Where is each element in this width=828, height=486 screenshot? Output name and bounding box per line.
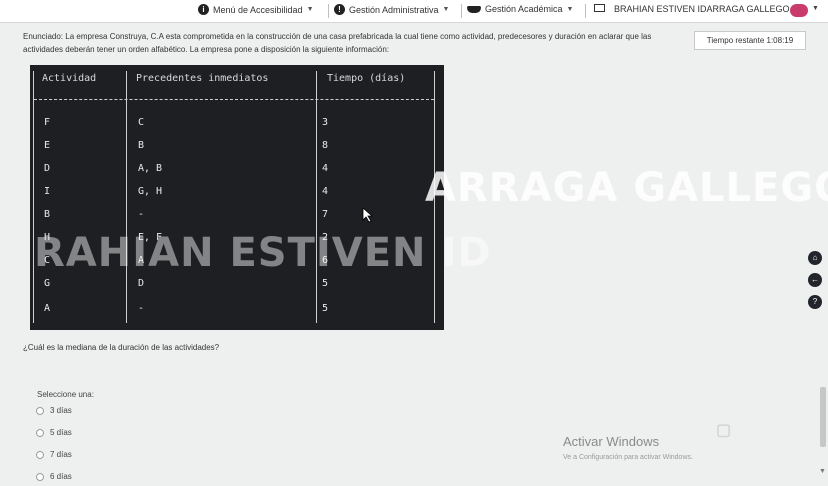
answer-option-label: 7 días	[50, 450, 72, 459]
answer-option-label: 5 días	[50, 428, 72, 437]
scrollbar-thumb[interactable]	[820, 387, 826, 447]
table-cell-activity: I	[44, 186, 51, 197]
answer-option-label: 3 días	[50, 406, 72, 415]
nav-divider	[328, 4, 329, 18]
answer-option-label: 6 días	[50, 472, 72, 481]
table-cell-activity: D	[44, 163, 51, 174]
activity-table-image: Actividad Precedentes inmediatos Tiempo …	[30, 65, 444, 330]
admin-menu-label: Gestión Administrativa	[349, 4, 439, 15]
nav-divider	[461, 4, 462, 18]
radio-button[interactable]	[36, 428, 44, 437]
question-text: ¿Cuál es la mediana de la duración de la…	[23, 343, 220, 352]
accessibility-icon: i	[198, 4, 209, 15]
answer-option[interactable]: 6 días	[36, 472, 72, 481]
table-column-divider	[316, 71, 317, 323]
table-cell-time: 5	[322, 303, 329, 314]
table-cell-time: 4	[322, 186, 329, 197]
admin-menu[interactable]: ! Gestión Administrativa ▼	[334, 4, 449, 15]
academic-menu[interactable]: Gestión Académica ▼	[467, 4, 573, 14]
messages-link[interactable]	[594, 4, 610, 12]
table-cell-time: 4	[322, 163, 329, 174]
table-cell-predecessors: C	[138, 117, 145, 128]
academic-menu-label: Gestión Académica	[485, 4, 563, 14]
watermark-text: RAHIAN ESTIVEN ID	[34, 230, 492, 276]
table-cell-predecessors: G, H	[138, 186, 163, 197]
table-cell-time: 7	[322, 209, 329, 220]
answer-option[interactable]: 5 días	[36, 428, 72, 437]
nav-divider	[585, 4, 586, 18]
table-header-time: Tiempo (días)	[327, 73, 406, 84]
watermark-text: ARRAGA GALLEGO	[425, 165, 828, 211]
table-cell-time: 5	[322, 278, 329, 289]
table-header-activity: Actividad	[42, 73, 97, 84]
chevron-down-icon: ▼	[566, 5, 574, 13]
table-cell-activity: F	[44, 117, 51, 128]
scroll-down-icon[interactable]: ▼	[819, 468, 826, 475]
table-cell-activity: E	[44, 140, 51, 151]
accessibility-menu[interactable]: i Menú de Accesibilidad ▼	[198, 4, 314, 15]
activate-windows-title: Activar Windows	[563, 434, 660, 449]
home-icon[interactable]: ⌂	[808, 251, 822, 265]
activate-windows-subtitle: Ve a Configuración para activar Windows.	[563, 454, 693, 461]
info-icon: !	[334, 4, 345, 15]
table-cell-predecessors: -	[138, 209, 145, 220]
back-arrow-icon[interactable]: ←	[808, 273, 822, 287]
table-cell-activity: G	[44, 278, 51, 289]
table-column-divider	[33, 71, 34, 323]
table-header-predecessors: Precedentes inmediatos	[136, 73, 269, 84]
user-name: BRAHIAN ESTIVEN IDARRAGA GALLEGO	[614, 4, 790, 14]
timer-box: Tiempo restante 1:08:19	[694, 31, 806, 50]
table-cell-predecessors: -	[138, 303, 145, 314]
mouse-pointer-icon	[362, 207, 374, 223]
top-navigation-bar: i Menú de Accesibilidad ▼ ! Gestión Admi…	[0, 0, 828, 23]
question-statement: Enunciado: La empresa Construya, C.A est…	[23, 32, 652, 54]
user-menu[interactable]: BRAHIAN ESTIVEN IDARRAGA GALLEGO	[614, 4, 790, 14]
help-icon[interactable]: ?	[808, 295, 822, 309]
table-cell-activity: A	[44, 303, 51, 314]
answer-option[interactable]: 7 días	[36, 450, 72, 459]
chevron-down-icon: ▼	[442, 6, 450, 13]
table-header-separator	[34, 99, 434, 100]
chevron-down-icon: ▼	[306, 6, 314, 13]
table-cell-time: 3	[322, 117, 329, 128]
table-cell-time: 8	[322, 140, 329, 151]
accessibility-menu-label: Menú de Accesibilidad	[213, 4, 303, 15]
answer-option[interactable]: 3 días	[36, 406, 72, 415]
table-column-divider	[126, 71, 127, 323]
radio-button[interactable]	[36, 450, 44, 459]
faded-logo-icon: ▢	[716, 422, 732, 439]
avatar[interactable]	[790, 4, 808, 17]
table-cell-predecessors: D	[138, 278, 145, 289]
table-cell-predecessors: A, B	[138, 163, 163, 174]
chevron-down-icon[interactable]: ▼	[812, 5, 819, 12]
table-cell-activity: B	[44, 209, 51, 220]
table-cell-predecessors: B	[138, 140, 145, 151]
select-one-label: Seleccione una:	[37, 390, 94, 399]
graduation-cap-icon	[467, 5, 481, 13]
radio-button[interactable]	[36, 472, 44, 481]
radio-button[interactable]	[36, 406, 44, 415]
mail-icon	[594, 4, 605, 12]
